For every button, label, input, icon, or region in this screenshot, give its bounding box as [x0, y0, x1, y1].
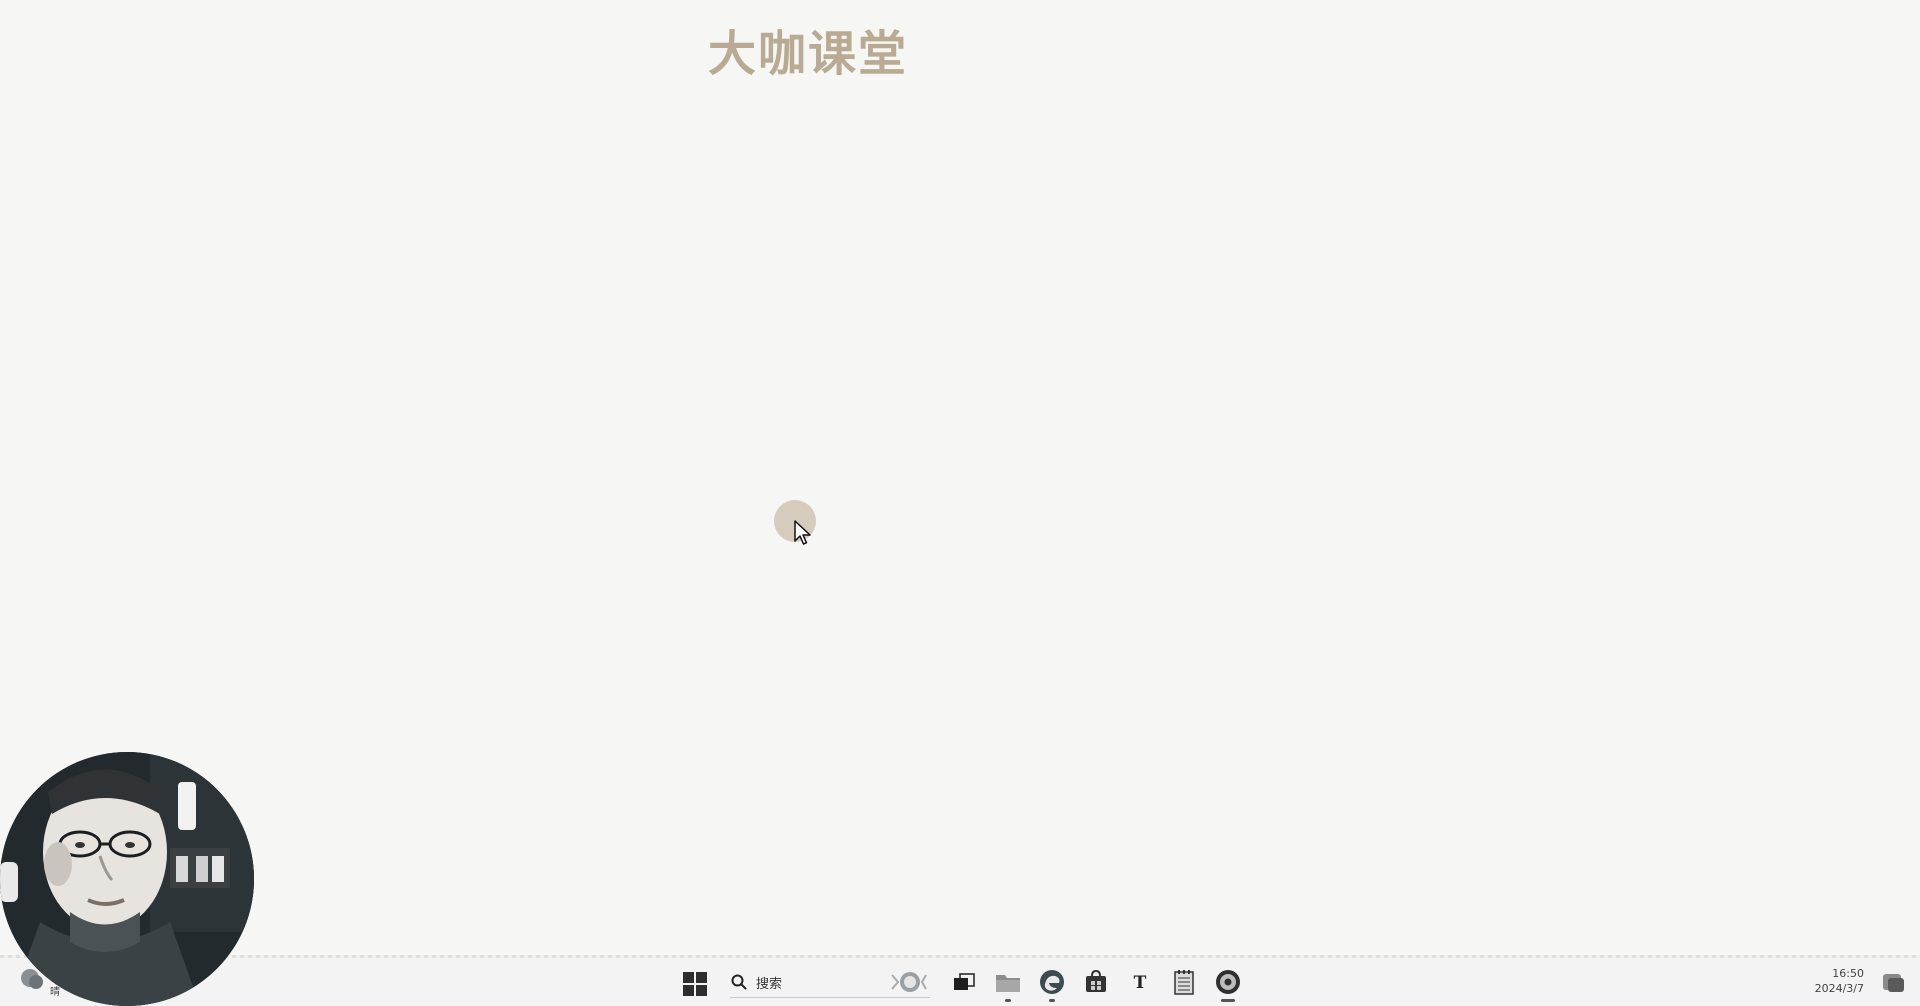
- start-icon[interactable]: [682, 971, 708, 997]
- search-input[interactable]: 搜索: [756, 973, 782, 992]
- presenter-photo: [0, 752, 254, 1006]
- search-icon: [731, 974, 747, 990]
- file-explorer-icon[interactable]: [994, 968, 1022, 1002]
- clock-time: 16:50: [1832, 967, 1864, 980]
- obs-icon[interactable]: [1214, 968, 1242, 1002]
- desktop: 大咖课堂: [0, 0, 1920, 955]
- typora-icon[interactable]: T: [1126, 968, 1154, 996]
- task-view-icon[interactable]: [950, 968, 978, 996]
- mouse-cursor: [774, 500, 818, 552]
- cursor-arrow-icon: [794, 520, 811, 545]
- edge-icon[interactable]: [1038, 968, 1066, 1002]
- taskbar-search[interactable]: 搜索: [730, 967, 930, 998]
- store-icon[interactable]: [1082, 968, 1110, 996]
- search-highlight-icon: [891, 972, 927, 992]
- brand-title: 大咖课堂: [708, 26, 909, 82]
- taskbar-divider: [0, 955, 1920, 958]
- webcam-overlay: [0, 752, 254, 1006]
- svg-text:T: T: [1134, 973, 1147, 993]
- notification-icon[interactable]: [1880, 969, 1906, 995]
- notepad-icon[interactable]: [1170, 968, 1198, 996]
- clock-date: 2024/3/7: [1814, 982, 1864, 995]
- system-clock[interactable]: 16:50 2024/3/7: [1815, 966, 1864, 996]
